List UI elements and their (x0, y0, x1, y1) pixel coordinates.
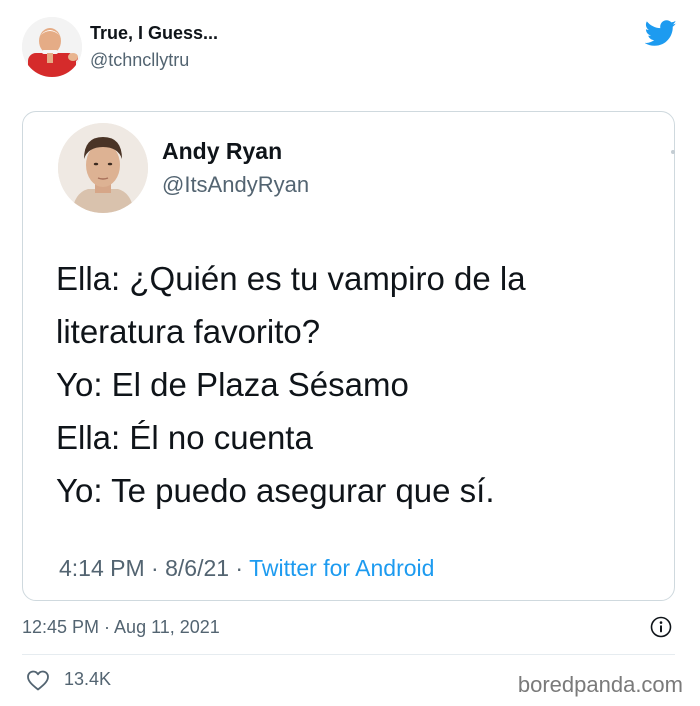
twitter-bird-icon[interactable] (645, 20, 677, 47)
display-name[interactable]: True, I Guess... (90, 23, 218, 44)
person-avatar-icon (58, 123, 148, 213)
tweet-line: literatura favorito? (56, 313, 321, 350)
quoted-user-avatar[interactable] (58, 123, 148, 213)
person-avatar-icon (22, 17, 82, 77)
quoted-tweet-text: Ella: ¿Quién es tu vampiro de la literat… (56, 252, 646, 517)
tweet-line: Yo: Te puedo asegurar que sí. (56, 472, 495, 509)
quoted-tweet-meta: 4:14 PM · 8/6/21 · Twitter for Android (59, 555, 434, 582)
quoted-timestamp[interactable]: 4:14 PM · 8/6/21 · (59, 555, 249, 581)
tweet-source-link[interactable]: Twitter for Android (249, 555, 434, 581)
tweet-timestamp[interactable]: 12:45 PM · Aug 11, 2021 (22, 617, 220, 638)
info-icon[interactable] (650, 616, 672, 638)
tweet-line: Ella: Él no cuenta (56, 419, 313, 456)
like-count[interactable]: 13.4K (64, 669, 111, 690)
watermark: boredpanda.com (517, 672, 683, 697)
tweet-line: Ella: ¿Quién es tu vampiro de la (56, 260, 526, 297)
tweet-line: Yo: El de Plaza Sésamo (56, 366, 409, 403)
quoted-display-name[interactable]: Andy Ryan (162, 138, 282, 165)
heart-icon[interactable] (26, 669, 50, 691)
quoted-user-handle[interactable]: @ItsAndyRyan (162, 172, 309, 198)
user-handle[interactable]: @tchncllytru (90, 50, 189, 71)
divider (22, 654, 675, 655)
quoted-tweet-card[interactable]: Andy Ryan @ItsAndyRyan Ella: ¿Quién es t… (22, 111, 675, 601)
card-indicator (671, 150, 675, 154)
user-avatar[interactable] (22, 17, 82, 77)
